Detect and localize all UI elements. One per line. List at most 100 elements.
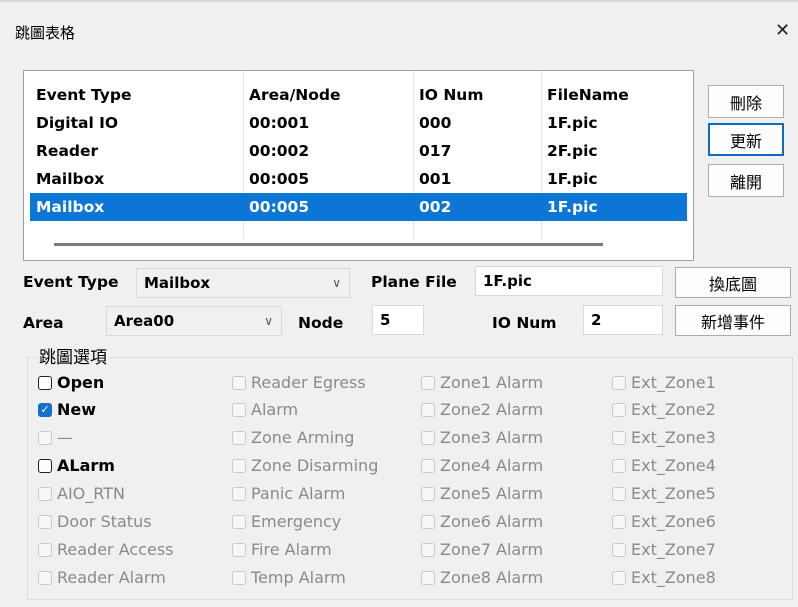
checkbox-icon <box>421 402 435 417</box>
option-label: Ext_Zone8 <box>631 568 716 587</box>
option-label: New <box>57 400 97 419</box>
column-header: IO Num <box>419 86 484 104</box>
checkbox-icon <box>421 430 435 445</box>
option-label: Emergency <box>251 512 342 531</box>
option-label: AIO_RTN <box>57 484 125 503</box>
option-checkbox: Zone2 Alarm <box>421 400 543 419</box>
option-checkbox[interactable]: ALarm <box>38 456 115 475</box>
io-num-field[interactable]: 2 <box>583 305 663 335</box>
option-checkbox: — <box>38 428 73 447</box>
option-checkbox: Reader Alarm <box>38 568 166 587</box>
checkbox-icon <box>232 514 246 529</box>
io-num-label: IO Num <box>492 314 557 332</box>
option-checkbox: Ext_Zone2 <box>612 400 716 419</box>
horizontal-scrollbar-thumb[interactable] <box>54 243 603 246</box>
checkbox-icon <box>612 542 626 557</box>
window-title: 跳圖表格 <box>15 24 76 42</box>
option-label: Reader Egress <box>251 373 366 392</box>
plane-file-field[interactable]: 1F.pic <box>475 266 663 296</box>
option-label: Ext_Zone2 <box>631 400 716 419</box>
option-checkbox: Zone7 Alarm <box>421 540 543 559</box>
option-checkbox: Zone Disarming <box>232 456 378 475</box>
plane-file-label: Plane File <box>371 273 457 291</box>
option-label: Zone5 Alarm <box>440 484 544 503</box>
list-cell: Mailbox <box>36 198 105 216</box>
checkbox-icon <box>421 570 435 585</box>
option-checkbox: Door Status <box>38 512 152 531</box>
checkbox-icon <box>232 486 246 501</box>
option-checkbox: Zone6 Alarm <box>421 512 543 531</box>
option-label: Zone1 Alarm <box>440 373 544 392</box>
option-label: Reader Access <box>57 540 174 559</box>
option-checkbox: Ext_Zone1 <box>612 373 716 392</box>
checkbox-icon <box>612 458 626 473</box>
node-field[interactable]: 5 <box>372 305 424 335</box>
update-button[interactable]: 更新 <box>708 123 784 156</box>
option-checkbox: Ext_Zone8 <box>612 568 716 587</box>
close-icon[interactable]: ✕ <box>775 20 790 41</box>
event-type-select[interactable]: Mailbox ∨ <box>136 268 350 298</box>
option-label: Fire Alarm <box>251 540 332 559</box>
checkbox-icon <box>612 486 626 501</box>
option-label: Ext_Zone1 <box>631 373 716 392</box>
option-checkbox: Zone5 Alarm <box>421 484 543 503</box>
event-list[interactable]: Event Type Area/Node IO Num FileName Digital… <box>23 70 694 261</box>
area-label: Area <box>23 314 64 332</box>
option-label: — <box>57 428 73 447</box>
option-label: Alarm <box>251 400 299 419</box>
list-cell: 001 <box>419 170 452 188</box>
list-row[interactable]: Mailbox 00:005 002 1F.pic <box>30 193 687 221</box>
list-row[interactable]: Reader 00:002 017 2F.pic <box>30 137 687 165</box>
list-cell: Mailbox <box>36 170 105 188</box>
checkbox-icon <box>612 514 626 529</box>
checkbox-icon <box>232 458 246 473</box>
checkbox-icon <box>38 514 52 529</box>
option-checkbox: Ext_Zone5 <box>612 484 716 503</box>
window-top-border <box>0 0 798 2</box>
list-cell: 1F.pic <box>547 114 598 132</box>
list-row[interactable]: Mailbox 00:005 001 1F.pic <box>30 165 687 193</box>
checkbox-icon <box>421 514 435 529</box>
list-row[interactable]: Digital IO 00:001 000 1F.pic <box>30 109 687 137</box>
leave-button[interactable]: 離開 <box>708 164 784 197</box>
option-label: Panic Alarm <box>251 484 346 503</box>
option-label: ALarm <box>57 456 115 475</box>
option-checkbox: Ext_Zone6 <box>612 512 716 531</box>
list-cell: 00:005 <box>249 198 310 216</box>
checkbox-icon <box>421 486 435 501</box>
checkbox-icon <box>38 570 52 585</box>
checkbox-icon <box>421 542 435 557</box>
option-label: Zone Arming <box>251 428 355 447</box>
add-event-button[interactable]: 新增事件 <box>675 305 791 336</box>
option-label: Zone3 Alarm <box>440 428 544 447</box>
checkbox-icon <box>612 570 626 585</box>
change-background-button[interactable]: 換底圖 <box>675 267 791 298</box>
option-checkbox[interactable]: Open <box>38 373 104 392</box>
list-cell: 00:002 <box>249 142 310 160</box>
checkbox-icon <box>232 430 246 445</box>
jump-options-label: 跳圖選項 <box>37 343 109 368</box>
delete-button[interactable]: 刪除 <box>708 85 784 118</box>
option-label: Ext_Zone5 <box>631 484 716 503</box>
option-checkbox: AIO_RTN <box>38 484 125 503</box>
option-checkbox[interactable]: ✓ New <box>38 400 96 419</box>
option-checkbox: Zone4 Alarm <box>421 456 543 475</box>
option-label: Door Status <box>57 512 152 531</box>
checkbox-icon <box>612 375 626 390</box>
jump-options-group <box>27 357 793 600</box>
node-label: Node <box>298 314 344 332</box>
column-header: Area/Node <box>249 86 341 104</box>
option-checkbox: Zone1 Alarm <box>421 373 543 392</box>
option-checkbox: Temp Alarm <box>232 568 346 587</box>
checkbox-icon <box>421 458 435 473</box>
list-cell: 1F.pic <box>547 170 598 188</box>
option-checkbox: Zone Arming <box>232 428 354 447</box>
checkbox-icon <box>232 402 246 417</box>
list-cell: Reader <box>36 142 99 160</box>
option-label: Reader Alarm <box>57 568 166 587</box>
area-select[interactable]: Area00 ∨ <box>106 306 282 336</box>
list-cell: 1F.pic <box>547 198 598 216</box>
checkbox-icon <box>612 402 626 417</box>
checkbox-icon <box>421 375 435 390</box>
list-header-row: Event Type Area/Node IO Num FileName <box>30 81 687 109</box>
